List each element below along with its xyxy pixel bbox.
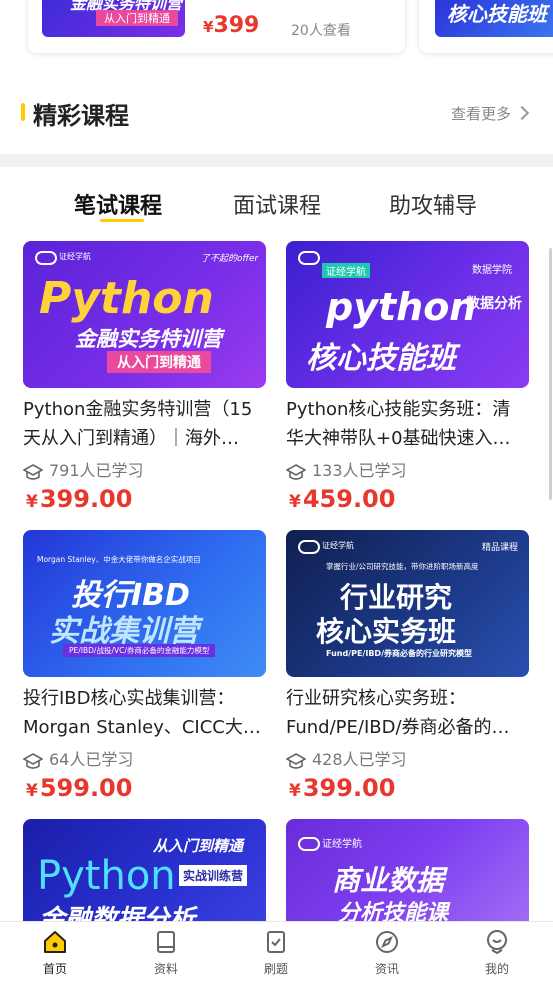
graduation-cap-icon <box>286 463 306 480</box>
brand-logo-icon <box>298 837 320 851</box>
graduation-cap-icon <box>286 752 306 769</box>
learner-count: 428人已学习 <box>286 746 407 770</box>
nav-item-materials[interactable]: 资料 <box>136 928 196 977</box>
compass-icon <box>376 931 398 953</box>
learner-count: 791人已学习 <box>23 457 144 481</box>
learner-count: 133人已学习 <box>286 457 407 481</box>
section-divider <box>0 154 553 167</box>
chevron-right-icon <box>514 105 530 121</box>
view-count: 20人查看 <box>291 23 351 39</box>
nav-item-practice[interactable]: 刷题 <box>246 928 306 977</box>
graduation-cap-icon <box>23 752 43 769</box>
course-thumbnail[interactable]: 证经学航 商业数据 分析技能课 <box>286 819 529 921</box>
book-icon <box>157 931 175 953</box>
home-icon <box>44 931 66 953</box>
thumb-badge: 从入门到精通 <box>96 10 178 26</box>
tab-coaching[interactable]: 助攻辅导 <box>389 188 477 220</box>
section-accent-bar <box>21 103 25 121</box>
course-title[interactable]: Python核心技能实务班：清 华大神带队+0基础快速入… <box>286 395 532 453</box>
scrollbar[interactable] <box>549 248 552 500</box>
course-thumbnail: 金融实务特训营 从入门到精通 <box>42 0 185 37</box>
course-thumbnail[interactable]: Morgan Stanley、中金大佬带你做名企实战项目 投行IBD 实战集训营… <box>23 530 266 677</box>
course-title[interactable]: Python金融实务特训营（15 天从入门到精通）｜海外… <box>23 395 269 453</box>
tab-written-course[interactable]: 笔试课程 <box>74 188 162 220</box>
see-more-link[interactable]: 查看更多 <box>451 103 530 124</box>
profile-icon <box>487 930 507 955</box>
course-thumbnail: 核心技能班 <box>435 0 553 37</box>
course-thumbnail[interactable]: 证经学航 数据学院 python 数据分析 核心技能班 <box>286 241 529 388</box>
bottom-navigation: 首页 资料 刷题 资讯 我的 <box>0 921 553 984</box>
course-title[interactable]: 行业研究核心实务班： Fund/PE/IBD/券商必备的… <box>286 684 532 742</box>
tab-interview-course[interactable]: 面试课程 <box>233 188 321 220</box>
active-tab-indicator <box>100 219 144 222</box>
brand-logo-icon <box>298 251 320 265</box>
brand-logo-icon <box>298 540 320 554</box>
nav-item-profile[interactable]: 我的 <box>467 928 527 977</box>
learner-count: 64人已学习 <box>23 746 133 770</box>
section-title: 精彩课程 <box>33 102 129 130</box>
checklist-icon <box>267 931 285 953</box>
course-card-top-2[interactable]: 核心技能班 <box>419 0 553 53</box>
see-more-label: 查看更多 <box>451 105 512 123</box>
course-card-top-1[interactable]: 金融实务特训营 从入门到精通 ¥399 20人查看 <box>28 0 405 53</box>
course-price: ¥399.00 <box>289 774 396 802</box>
course-thumbnail[interactable]: 证经学航 了不起的offer Python 金融实务特训营 从入门到精通 <box>23 241 266 388</box>
brand-logo-icon <box>35 251 57 265</box>
course-thumbnail[interactable]: 证经学航 精品课程 掌握行业/公司研究技能，带你进阶职场新高度 行业研究 核心实… <box>286 530 529 677</box>
course-price: ¥459.00 <box>289 485 396 513</box>
nav-item-home[interactable]: 首页 <box>25 928 85 977</box>
course-price: ¥599.00 <box>26 774 133 802</box>
graduation-cap-icon <box>23 463 43 480</box>
course-title[interactable]: 投行IBD核心实战集训营： Morgan Stanley、CICC大… <box>23 684 269 742</box>
course-price: ¥399 <box>203 13 260 38</box>
nav-item-news[interactable]: 资讯 <box>357 928 417 977</box>
course-thumbnail[interactable]: 从入门到精通 Python 实战训练营 金融数据分析 <box>23 819 266 921</box>
course-price: ¥399.00 <box>26 485 133 513</box>
